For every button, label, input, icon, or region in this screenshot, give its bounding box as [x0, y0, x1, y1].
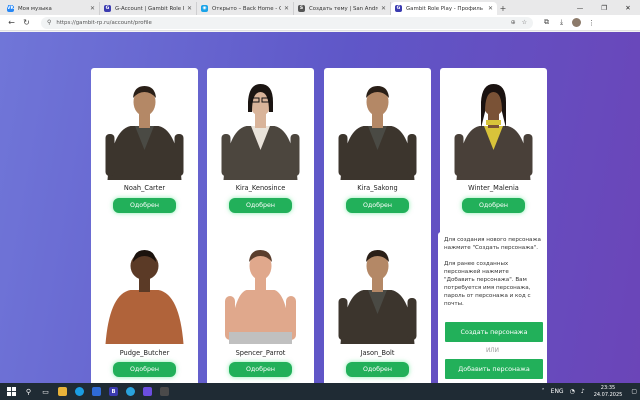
- character-portrait: [221, 84, 300, 180]
- notifications-icon[interactable]: ▢: [631, 388, 637, 395]
- character-card[interactable]: Jason_Bolt Одобрен: [324, 232, 431, 383]
- url-text: https://gambit-rp.ru/account/profile: [56, 19, 152, 26]
- store-icon[interactable]: [89, 384, 104, 399]
- character-card[interactable]: Kira_Kenosince Одобрен: [207, 68, 314, 254]
- or-separator: ИЛИ: [485, 348, 500, 354]
- extensions-icon[interactable]: ⧉: [539, 16, 554, 29]
- windows-start-icon[interactable]: [4, 384, 19, 399]
- translate-icon[interactable]: ⊕: [511, 19, 516, 26]
- lock-icon[interactable]: ⚲: [47, 19, 51, 26]
- character-actions-card: Для создания нового персонажа нажмите "С…: [438, 232, 547, 383]
- system-clock[interactable]: 23:35 24.07.2025: [594, 385, 623, 398]
- character-name: Kira_Kenosince: [235, 184, 286, 192]
- browser-app-icon[interactable]: B: [106, 384, 121, 399]
- tab-title: Создать тему | San Andreas Emer…: [309, 5, 378, 12]
- close-icon[interactable]: ✕: [90, 5, 95, 12]
- status-badge[interactable]: Одобрен: [229, 198, 292, 213]
- maximize-icon[interactable]: ❐: [592, 0, 616, 15]
- close-icon[interactable]: ✕: [488, 5, 493, 12]
- forum-icon: ◉: [201, 5, 208, 12]
- character-card[interactable]: Noah_Carter Одобрен: [91, 68, 198, 254]
- character-card[interactable]: Kira_Sakong Одобрен: [324, 68, 431, 254]
- tab-profile-ucp[interactable]: G Gambit Role Play - Профиль UCP ✕: [391, 2, 497, 15]
- status-badge[interactable]: Одобрен: [113, 362, 176, 377]
- add-hint-text: Для ранее созданных персонажей нажмите "…: [444, 261, 531, 307]
- tab-create-topic[interactable]: S Создать тему | San Andreas Emer… ✕: [294, 2, 391, 15]
- close-icon[interactable]: ✕: [187, 5, 192, 12]
- character-portrait: [105, 86, 184, 180]
- status-badge[interactable]: Одобрен: [229, 362, 292, 377]
- character-portrait: [454, 84, 533, 180]
- back-icon[interactable]: ←: [5, 16, 18, 29]
- new-tab-button[interactable]: +: [497, 2, 509, 15]
- character-name: Pudge_Butcher: [119, 349, 170, 357]
- status-badge[interactable]: Одобрен: [462, 198, 525, 213]
- window-controls: — ❐ ✕: [568, 0, 640, 15]
- browser-toolbar: ← ↻ ⚲ https://gambit-rp.ru/account/profi…: [0, 15, 640, 31]
- status-badge[interactable]: Одобрен: [346, 198, 409, 213]
- game-icon[interactable]: [157, 384, 172, 399]
- tab-g-account[interactable]: G G-Account | Gambit Role Play ✕: [100, 2, 197, 15]
- tab-music[interactable]: VK Моя музыка ✕: [3, 2, 100, 15]
- character-portrait: [105, 250, 184, 344]
- forum-icon: S: [298, 5, 305, 12]
- status-badge[interactable]: Одобрен: [113, 198, 176, 213]
- chevron-up-icon[interactable]: ˄: [542, 388, 545, 395]
- downloads-icon[interactable]: ⤓: [554, 16, 569, 29]
- system-tray: ˄ ENG ◔ ♪ 23:35 24.07.2025 ▢: [539, 383, 640, 400]
- tab-title: Gambit Role Play - Профиль UCP: [406, 5, 485, 12]
- character-portrait: [338, 86, 417, 180]
- character-portrait: [338, 250, 417, 344]
- bookmark-star-icon[interactable]: ☆: [522, 19, 527, 26]
- avatar: [572, 18, 581, 27]
- task-view-icon[interactable]: ▭: [38, 384, 53, 399]
- page-content: Noah_Carter Одобрен Kira_Kenosince Одобр…: [0, 32, 640, 383]
- tab-back-home[interactable]: ◉ Открыто – Back Home - OOC - Пр… ✕: [197, 2, 294, 15]
- reload-icon[interactable]: ↻: [20, 16, 33, 29]
- status-badge[interactable]: Одобрен: [346, 362, 409, 377]
- tab-title: Моя музыка: [18, 5, 52, 12]
- app-icon[interactable]: [140, 384, 155, 399]
- clock-date: 24.07.2025: [593, 391, 623, 398]
- close-icon[interactable]: ✕: [284, 5, 289, 12]
- character-name: Spencer_Parrot: [235, 349, 286, 357]
- character-portrait: [225, 250, 296, 344]
- create-character-button[interactable]: Создать персонажа: [445, 322, 543, 342]
- volume-icon[interactable]: ♪: [581, 388, 585, 395]
- gambit-icon: G: [395, 5, 402, 12]
- gambit-icon: G: [104, 5, 111, 12]
- tab-title: G-Account | Gambit Role Play: [115, 5, 184, 12]
- character-name: Winter_Malenia: [468, 184, 519, 192]
- language-indicator[interactable]: ENG: [551, 388, 564, 395]
- address-bar[interactable]: ⚲ https://gambit-rp.ru/account/profile ⊕…: [41, 16, 533, 29]
- telegram-icon[interactable]: [123, 384, 138, 399]
- edge-browser-icon[interactable]: [72, 384, 87, 399]
- vk-icon: VK: [7, 5, 14, 12]
- add-character-button[interactable]: Добавить персонажа: [445, 359, 543, 379]
- close-icon[interactable]: ✕: [381, 5, 386, 12]
- wifi-icon[interactable]: ◔: [570, 388, 575, 395]
- toolbar-actions: ⧉ ⤓ ⋮: [539, 16, 599, 29]
- character-name: Kira_Sakong: [357, 184, 398, 192]
- windows-taskbar: ⚲ ▭ B ˄ ENG ◔ ♪ 23:35 24.07.2025 ▢: [0, 383, 640, 400]
- search-icon[interactable]: ⚲: [21, 384, 36, 399]
- minimize-icon[interactable]: —: [568, 0, 592, 15]
- tab-strip: VK Моя музыка ✕ G G-Account | Gambit Rol…: [0, 0, 640, 15]
- character-card[interactable]: Spencer_Parrot Одобрен: [207, 232, 314, 383]
- file-explorer-icon[interactable]: [55, 384, 70, 399]
- character-name: Jason_Bolt: [360, 349, 395, 357]
- character-name: Noah_Carter: [123, 184, 166, 192]
- profile-avatar[interactable]: [569, 16, 584, 29]
- character-card[interactable]: Pudge_Butcher Одобрен: [91, 232, 198, 383]
- close-window-icon[interactable]: ✕: [616, 0, 640, 15]
- tab-title: Открыто – Back Home - OOC - Пр…: [212, 5, 281, 12]
- character-card[interactable]: Winter_Malenia Одобрен: [440, 68, 547, 254]
- create-hint-text: Для создания нового персонажа нажмите "С…: [444, 237, 541, 251]
- menu-icon[interactable]: ⋮: [584, 16, 599, 29]
